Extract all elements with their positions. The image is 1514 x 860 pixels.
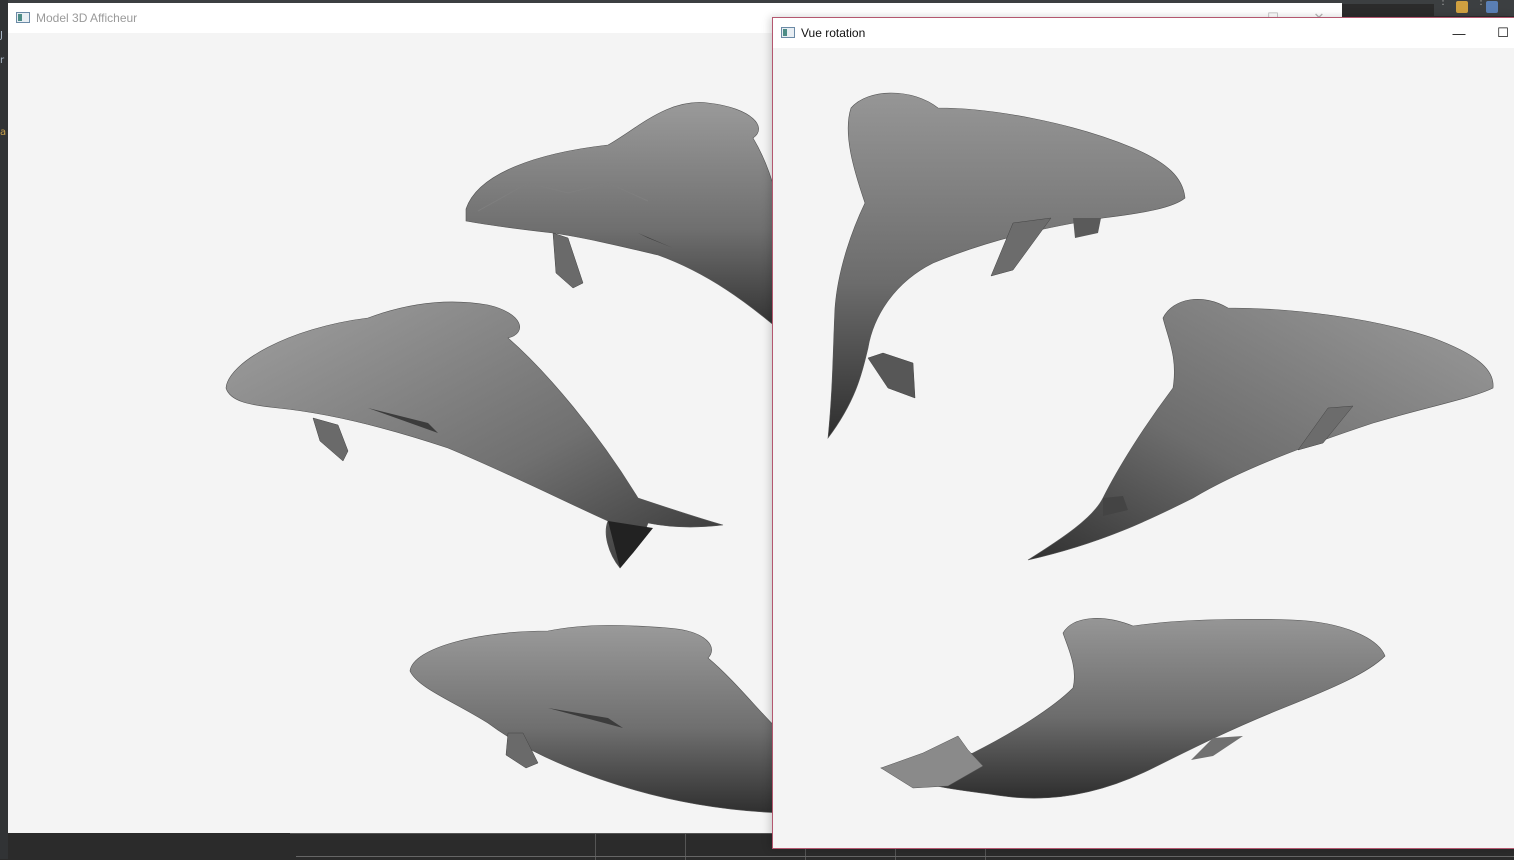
maximize-icon: ☐ xyxy=(1497,25,1509,40)
3d-render-canvas[interactable] xyxy=(773,48,1514,848)
background-tray: ⋮ ⋮ xyxy=(1434,0,1514,16)
minimize-icon: — xyxy=(1452,25,1466,41)
gutter-char: r xyxy=(0,55,5,66)
panel-rule xyxy=(296,856,1514,857)
gutter-char: J xyxy=(0,30,3,41)
gutter-char: a xyxy=(0,127,7,138)
dolphin-model xyxy=(879,618,1386,799)
toolbar-icon[interactable] xyxy=(1486,1,1498,13)
dolphin-model xyxy=(827,92,1186,440)
rotated-dolphin-scene xyxy=(827,92,1494,799)
titlebar[interactable]: Vue rotation — ☐ xyxy=(773,18,1514,48)
rotation-view-window[interactable]: Vue rotation — ☐ xyxy=(772,17,1514,849)
minimize-button[interactable]: — xyxy=(1436,18,1482,48)
app-window-icon xyxy=(16,12,30,23)
maximize-button[interactable]: ☐ xyxy=(1480,18,1514,48)
dolphin-model xyxy=(225,301,724,569)
dolphin-model xyxy=(465,102,784,334)
background-ide-gutter: J r a xyxy=(0,0,8,859)
drag-handle-icon: ⋮ xyxy=(1476,0,1486,7)
dolphin-model xyxy=(1027,298,1494,561)
window-title: Vue rotation xyxy=(801,26,866,40)
app-window-icon xyxy=(781,27,795,38)
dolphin-model xyxy=(409,625,784,814)
toolbar-icon[interactable] xyxy=(1456,1,1468,13)
drag-handle-icon: ⋮ xyxy=(1438,0,1448,7)
window-title: Model 3D Afficheur xyxy=(36,11,138,25)
